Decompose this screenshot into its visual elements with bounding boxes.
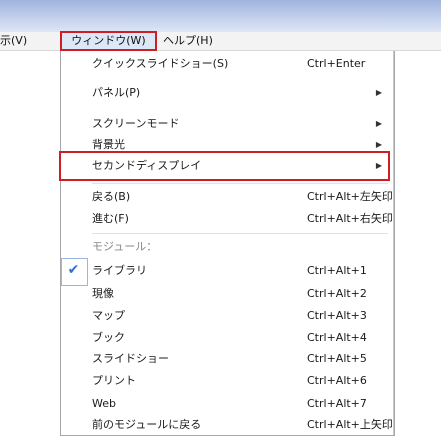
menu-item-forward[interactable]: 進む(F) Ctrl+Alt+右矢印 xyxy=(61,208,393,230)
menu-item-shortcut: Ctrl+Enter xyxy=(307,57,366,70)
menu-item-label: スライドショー xyxy=(92,352,169,365)
menu-item-shortcut: Ctrl+Alt+1 xyxy=(307,264,367,277)
menu-item-label: セカンドディスプレイ xyxy=(92,159,202,172)
menu-item-label: ライブラリ xyxy=(92,264,147,277)
menu-item-label: クイックスライドショー(S) xyxy=(92,57,229,70)
menu-item-shortcut: Ctrl+Alt+左矢印 xyxy=(307,190,393,203)
menu-help[interactable]: ヘルプ(H) xyxy=(163,33,223,48)
menu-item-secondary-display[interactable]: セカンドディスプレイ ▶ xyxy=(61,155,392,177)
menu-item-label: 前のモジュールに戻る xyxy=(92,418,202,431)
menu-item-label: ブック xyxy=(92,331,125,344)
menu-item-label: 進む(F) xyxy=(92,212,129,225)
submenu-arrow-icon: ▶ xyxy=(375,161,382,170)
menu-item-shortcut: Ctrl+Alt+2 xyxy=(307,287,367,300)
menu-item-shortcut: Ctrl+Alt+4 xyxy=(307,331,367,344)
menu-item-module-develop[interactable]: 現像 Ctrl+Alt+2 xyxy=(61,283,392,305)
menu-window[interactable]: ウィンドウ(W) xyxy=(60,31,157,51)
menu-item-label: Web xyxy=(92,397,116,410)
menu-item-shortcut: Ctrl+Alt+6 xyxy=(307,374,367,387)
menu-item-shortcut: Ctrl+Alt+上矢印 xyxy=(307,418,393,431)
submenu-arrow-icon: ▶ xyxy=(375,140,382,149)
menu-view[interactable]: 示(V) xyxy=(0,33,54,48)
menu-item-module-book[interactable]: ブック Ctrl+Alt+4 xyxy=(61,327,392,349)
menu-item-label: 背景光 xyxy=(92,138,125,151)
menu-item-back[interactable]: 戻る(B) Ctrl+Alt+左矢印 xyxy=(61,186,393,208)
menu-bar: 示(V) ウィンドウ(W) ヘルプ(H) xyxy=(0,31,441,51)
menu-separator xyxy=(92,233,388,234)
menu-item-shortcut: Ctrl+Alt+右矢印 xyxy=(307,212,393,225)
menu-item-shortcut: Ctrl+Alt+7 xyxy=(307,397,367,410)
menu-item-label: パネル(P) xyxy=(92,86,141,99)
menu-separator xyxy=(92,183,388,184)
menu-item-label: 戻る(B) xyxy=(92,190,131,203)
menu-item-previous-module[interactable]: 前のモジュールに戻る Ctrl+Alt+上矢印 xyxy=(61,414,393,436)
menu-item-screen-mode[interactable]: スクリーンモード ▶ xyxy=(61,113,392,135)
menu-item-shortcut: Ctrl+Alt+5 xyxy=(307,352,367,365)
modules-section-header: モジュール： xyxy=(92,240,158,253)
menu-item-label: スクリーンモード xyxy=(92,117,180,130)
menu-item-module-map[interactable]: マップ Ctrl+Alt+3 xyxy=(61,305,392,327)
menu-item-panels[interactable]: パネル(P) ▶ xyxy=(61,82,392,104)
menu-item-module-print[interactable]: プリント Ctrl+Alt+6 xyxy=(61,370,392,392)
menu-item-quick-slideshow[interactable]: クイックスライドショー(S) Ctrl+Enter xyxy=(61,53,392,75)
window-title-bar xyxy=(0,0,441,32)
menu-item-label: 現像 xyxy=(92,287,114,300)
menu-item-lights-out[interactable]: 背景光 ▶ xyxy=(61,134,392,156)
menu-item-label: プリント xyxy=(92,374,136,387)
menu-item-module-slideshow[interactable]: スライドショー Ctrl+Alt+5 xyxy=(61,348,392,370)
submenu-arrow-icon: ▶ xyxy=(375,88,382,97)
menu-item-module-library[interactable]: ライブラリ Ctrl+Alt+1 xyxy=(61,260,392,282)
menu-item-shortcut: Ctrl+Alt+3 xyxy=(307,309,367,322)
window-edge xyxy=(393,51,394,435)
submenu-arrow-icon: ▶ xyxy=(375,119,382,128)
menu-item-label: マップ xyxy=(92,309,125,322)
menu-item-module-web[interactable]: Web Ctrl+Alt+7 xyxy=(61,393,392,415)
